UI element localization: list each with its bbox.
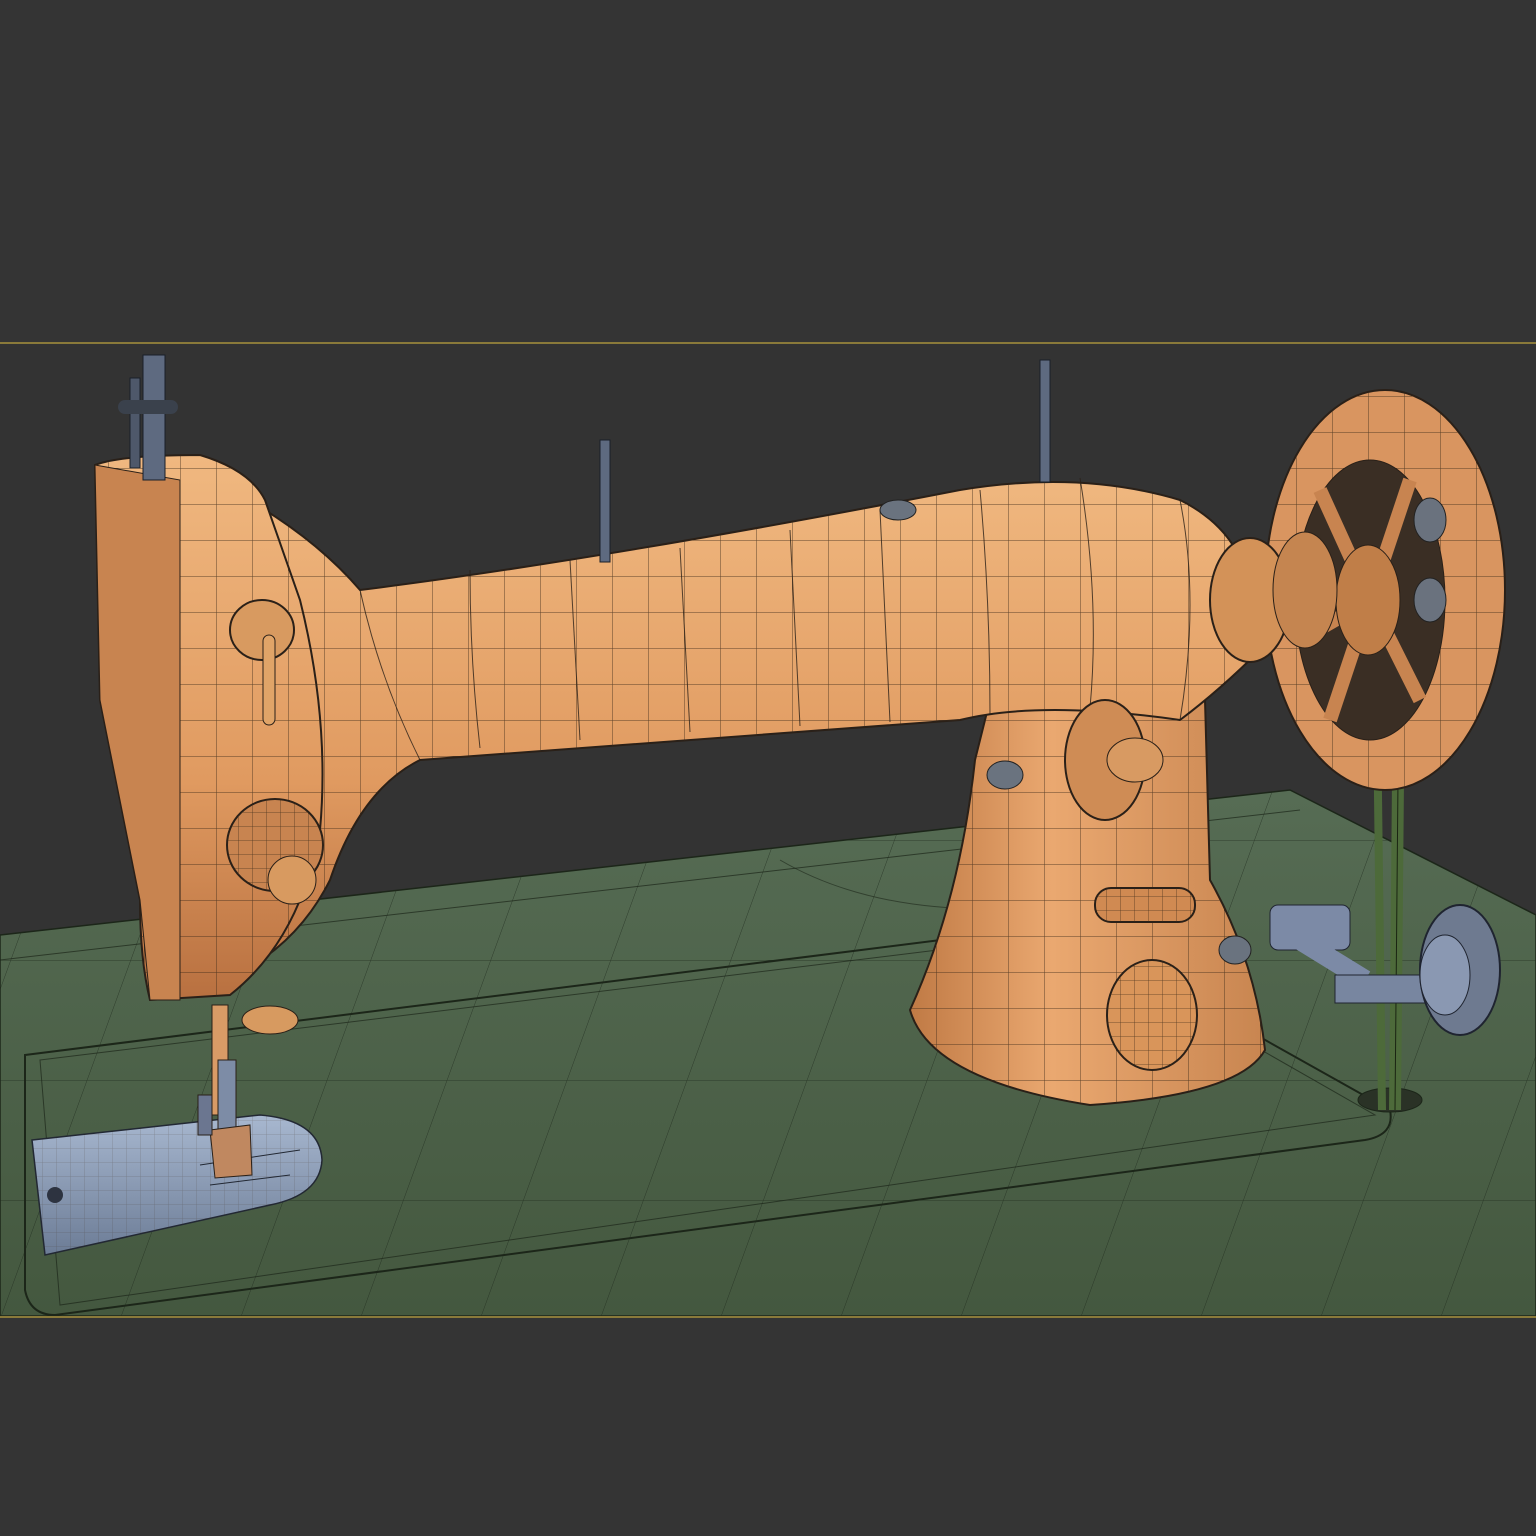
3d-viewport[interactable] bbox=[0, 344, 1536, 1316]
safe-frame-bottom-line bbox=[0, 1316, 1536, 1318]
viewport-window bbox=[0, 0, 1536, 1536]
wireframe-scene bbox=[0, 354, 1536, 1316]
